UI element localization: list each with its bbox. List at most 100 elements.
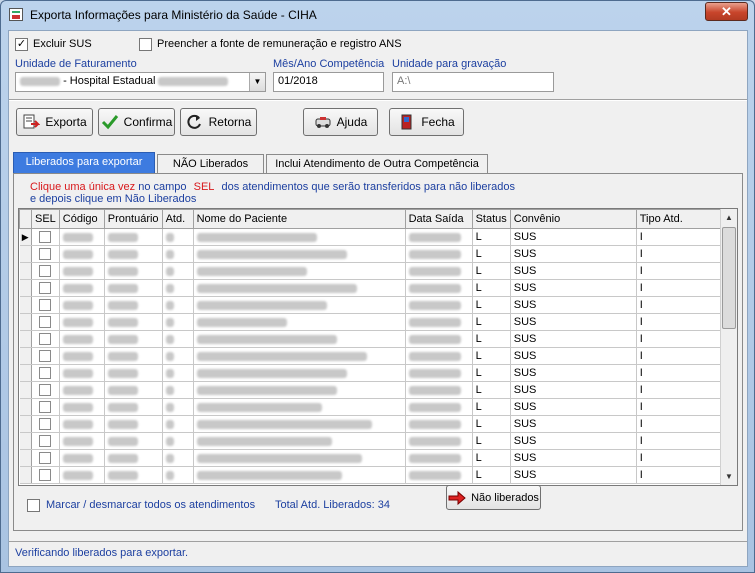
redacted-value — [62, 453, 93, 463]
tipo-atd-cell: I — [636, 313, 734, 331]
col-nome[interactable]: Nome do Paciente — [192, 209, 406, 229]
table-row[interactable]: L SUS I — [19, 279, 734, 297]
main-window: Exporta Informações para Ministério da S… — [0, 0, 755, 573]
table-row[interactable]: L SUS I — [19, 330, 734, 348]
table-row[interactable]: L SUS I — [19, 381, 734, 399]
redacted-value — [107, 249, 138, 259]
chevron-down-icon[interactable]: ▼ — [249, 73, 265, 91]
convenio-cell: SUS — [510, 228, 637, 246]
sel-cell[interactable] — [31, 245, 60, 263]
instruction-line-2: e depois clique em Não Liberados — [30, 193, 197, 205]
col-tipo-atd[interactable]: Tipo Atd. — [635, 209, 734, 229]
ajuda-button[interactable]: Ajuda — [303, 108, 378, 136]
sel-cell[interactable] — [31, 296, 60, 314]
tab-liberados[interactable]: Liberados para exportar — [13, 152, 155, 174]
scroll-thumb[interactable] — [722, 227, 736, 329]
exporta-button[interactable]: Exporta — [16, 108, 93, 136]
col-convenio[interactable]: Convênio — [509, 209, 637, 229]
sel-cell[interactable] — [31, 381, 60, 399]
table-row[interactable]: ▶ L SUS I — [19, 228, 734, 246]
preencher-fonte-checkbox[interactable] — [139, 38, 152, 51]
col-sel[interactable]: SEL — [31, 209, 60, 229]
nome-cell — [193, 364, 406, 382]
sel-cell[interactable] — [31, 347, 60, 365]
col-data-saida[interactable]: Data Saída — [404, 209, 473, 229]
sel-cell[interactable] — [31, 364, 60, 382]
sel-checkbox[interactable] — [39, 248, 52, 261]
mes-ano-input[interactable]: 01/2018 — [273, 72, 384, 92]
table-row[interactable]: L SUS I — [19, 262, 734, 280]
redacted-value — [408, 419, 461, 429]
col-status[interactable]: Status — [471, 209, 511, 229]
status-cell: L — [472, 313, 511, 331]
tipo-atd-cell: I — [636, 364, 734, 382]
sel-checkbox[interactable] — [39, 231, 52, 244]
sel-cell[interactable] — [31, 330, 60, 348]
sel-cell[interactable] — [31, 449, 60, 467]
redacted-value — [196, 419, 372, 429]
table-row[interactable]: L SUS I — [19, 449, 734, 467]
sel-checkbox[interactable] — [39, 418, 52, 431]
table-row[interactable]: L SUS I — [19, 313, 734, 331]
sel-checkbox[interactable] — [39, 435, 52, 448]
vertical-scrollbar[interactable]: ▲ ▼ — [720, 209, 737, 485]
sel-checkbox[interactable] — [39, 452, 52, 465]
atd-cell — [162, 262, 194, 280]
sel-checkbox[interactable] — [39, 384, 52, 397]
sel-cell[interactable] — [31, 228, 60, 246]
table-row[interactable]: L SUS I — [19, 364, 734, 382]
sel-checkbox[interactable] — [39, 401, 52, 414]
sel-cell[interactable] — [31, 432, 60, 450]
sel-checkbox[interactable] — [39, 333, 52, 346]
codigo-cell — [59, 398, 105, 416]
tab-nao-liberados[interactable]: NÃO Liberados — [157, 154, 264, 174]
sel-checkbox[interactable] — [39, 316, 52, 329]
redacted-value — [107, 351, 138, 361]
table-row[interactable]: L SUS I — [19, 466, 734, 484]
marcar-todos-checkbox[interactable] — [27, 499, 40, 512]
retorna-button[interactable]: Retorna — [180, 108, 257, 136]
tipo-atd-cell: I — [636, 330, 734, 348]
scroll-up-icon[interactable]: ▲ — [721, 209, 737, 226]
unidade-gravacao-input[interactable]: A:\ — [392, 72, 554, 92]
sel-cell[interactable] — [31, 262, 60, 280]
excluir-sus-checkbox[interactable]: ✓ — [15, 38, 28, 51]
confirma-button[interactable]: Confirma — [98, 108, 175, 136]
sel-checkbox[interactable] — [39, 350, 52, 363]
sel-cell[interactable] — [31, 279, 60, 297]
sel-checkbox[interactable] — [39, 367, 52, 380]
sel-checkbox[interactable] — [39, 299, 52, 312]
close-button[interactable]: ✕ — [705, 2, 748, 21]
exporta-label: Exporta — [45, 115, 87, 129]
data-saida-cell — [405, 279, 473, 297]
col-atd[interactable]: Atd. — [161, 209, 194, 229]
sel-cell[interactable] — [31, 466, 60, 484]
table-row[interactable]: L SUS I — [19, 432, 734, 450]
col-prontuario[interactable]: Prontuário — [103, 209, 163, 229]
instruction-text-2: dos atendimentos que serão transferidos … — [221, 181, 515, 193]
sel-checkbox[interactable] — [39, 282, 52, 295]
sel-cell[interactable] — [31, 398, 60, 416]
table-row[interactable]: L SUS I — [19, 415, 734, 433]
nao-liberados-button[interactable]: Não liberados — [446, 485, 541, 510]
unidade-faturamento-select[interactable]: - Hospital Estadual ▼ — [15, 72, 266, 92]
sel-cell[interactable] — [31, 313, 60, 331]
table-row[interactable]: L SUS I — [19, 296, 734, 314]
table-row[interactable]: L SUS I — [19, 245, 734, 263]
codigo-cell — [59, 466, 105, 484]
sel-checkbox[interactable] — [39, 469, 52, 482]
table-row[interactable]: L SUS I — [19, 398, 734, 416]
table-row[interactable]: L SUS I — [19, 347, 734, 365]
scroll-down-icon[interactable]: ▼ — [721, 468, 737, 485]
title-bar[interactable]: Exporta Informações para Ministério da S… — [1, 1, 754, 29]
tab-outra-competencia[interactable]: Inclui Atendimento de Outra Competência — [266, 154, 488, 174]
col-codigo[interactable]: Código — [58, 209, 105, 229]
sel-cell[interactable] — [31, 415, 60, 433]
redacted-value — [165, 232, 174, 242]
data-grid[interactable]: SEL Código Prontuário Atd. Nome do Pacie… — [18, 208, 738, 486]
tab-panel: Clique uma única vez no campo SEL dos at… — [13, 173, 743, 531]
separator — [9, 99, 747, 101]
data-saida-cell — [405, 330, 473, 348]
sel-checkbox[interactable] — [39, 265, 52, 278]
fecha-button[interactable]: Fecha — [389, 108, 464, 136]
